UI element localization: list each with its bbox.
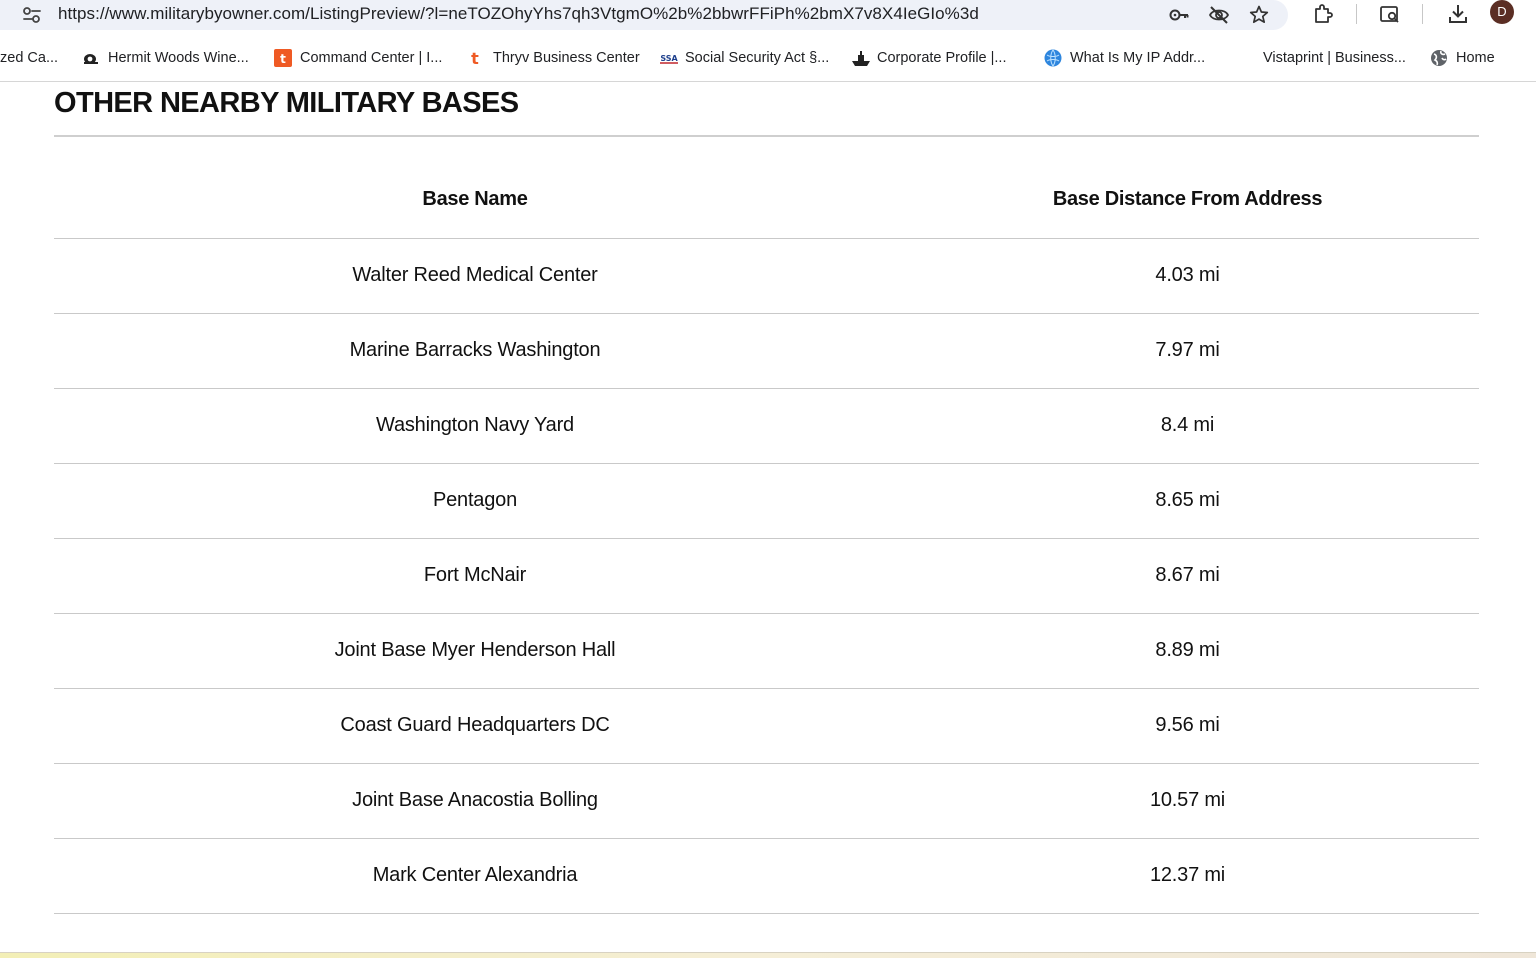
svg-text:t: t xyxy=(280,52,286,66)
bookmark-label: Thryv Business Center xyxy=(493,50,640,66)
bookmark-item[interactable]: Vistaprint | Business... xyxy=(1263,47,1406,69)
base-distance-cell: 8.4 mi xyxy=(896,388,1479,464)
table-row: Pentagon 8.65 mi xyxy=(54,463,1479,539)
profile-avatar[interactable]: D xyxy=(1490,0,1514,24)
download-icon[interactable] xyxy=(1446,2,1470,26)
snail-icon xyxy=(82,49,100,67)
table-row: Washington Navy Yard 8.4 mi xyxy=(54,388,1479,464)
base-name-cell: Washington Navy Yard xyxy=(54,388,896,464)
base-name-cell: Joint Base Anacostia Bolling xyxy=(54,763,896,839)
site-info-icon[interactable] xyxy=(22,6,42,24)
section-title: OTHER NEARBY MILITARY BASES xyxy=(54,87,519,119)
table-row: Joint Base Anacostia Bolling 10.57 mi xyxy=(54,763,1479,839)
bookmark-star-icon[interactable] xyxy=(1248,4,1270,26)
svg-text:SSA: SSA xyxy=(660,54,678,63)
bookmark-item[interactable]: SSA Social Security Act §... xyxy=(659,47,829,69)
bookmark-label: Hermit Woods Wine... xyxy=(108,50,249,66)
bookmark-label: Social Security Act §... xyxy=(685,50,830,66)
column-header-base-name: Base Name xyxy=(54,162,896,239)
column-header-distance: Base Distance From Address xyxy=(896,162,1479,239)
bookmark-item[interactable]: Hermit Woods Wine... xyxy=(82,47,249,69)
base-distance-cell: 7.97 mi xyxy=(896,313,1479,389)
browser-toolbar: https://www.militarybyowner.com/ListingP… xyxy=(0,0,1536,36)
bookmark-label: zed Ca... xyxy=(0,50,59,66)
ssa-icon: SSA xyxy=(659,49,678,67)
toolbar-divider xyxy=(1422,4,1423,24)
base-name-cell: Walter Reed Medical Center xyxy=(54,238,896,314)
bookmark-item[interactable]: Corporate Profile |... xyxy=(851,47,1007,69)
bookmarks-bar: zed Ca... Hermit Woods Wine... t Command… xyxy=(0,36,1536,82)
bookmark-label: Command Center | I... xyxy=(300,50,443,66)
svg-text:t: t xyxy=(471,49,479,67)
table-row: Coast Guard Headquarters DC 9.56 mi xyxy=(54,688,1479,764)
bookmark-label: Vistaprint | Business... xyxy=(1263,50,1406,66)
bookmark-item[interactable]: What Is My IP Addr... xyxy=(1044,47,1205,69)
base-distance-cell: 8.67 mi xyxy=(896,538,1479,614)
omnibox[interactable]: https://www.militarybyowner.com/ListingP… xyxy=(0,0,1288,30)
table-header-row: Base Name Base Distance From Address xyxy=(54,162,1479,239)
thryv-orange-icon: t xyxy=(274,49,292,67)
table-row: Mark Center Alexandria 12.37 mi xyxy=(54,838,1479,914)
base-name-cell: Coast Guard Headquarters DC xyxy=(54,688,896,764)
base-distance-cell: 9.56 mi xyxy=(896,688,1479,764)
divider xyxy=(54,135,1479,137)
table-row: Joint Base Myer Henderson Hall 8.89 mi xyxy=(54,613,1479,689)
bookmark-item[interactable]: t Thryv Business Center xyxy=(467,47,640,69)
eye-slash-icon[interactable] xyxy=(1208,4,1230,26)
url-text[interactable]: https://www.militarybyowner.com/ListingP… xyxy=(58,3,979,25)
base-distance-cell: 8.65 mi xyxy=(896,463,1479,539)
base-name-cell: Joint Base Myer Henderson Hall xyxy=(54,613,896,689)
nearby-bases-table: Base Name Base Distance From Address Wal… xyxy=(54,162,1479,914)
base-distance-cell: 10.57 mi xyxy=(896,763,1479,839)
bookmark-item[interactable]: zed Ca... xyxy=(0,47,58,69)
ship-icon xyxy=(851,49,870,67)
page-content: OTHER NEARBY MILITARY BASES Base Name Ba… xyxy=(0,83,1536,952)
bookmark-item[interactable]: Home xyxy=(1430,47,1495,69)
globe-blue-icon xyxy=(1044,49,1062,67)
table-row: Fort McNair 8.67 mi xyxy=(54,538,1479,614)
base-distance-cell: 12.37 mi xyxy=(896,838,1479,914)
page-footer-strip xyxy=(0,952,1536,958)
thryv-t-icon: t xyxy=(467,49,485,68)
table-row: Walter Reed Medical Center 4.03 mi xyxy=(54,238,1479,314)
table-row: Marine Barracks Washington 7.97 mi xyxy=(54,313,1479,389)
search-tab-icon[interactable] xyxy=(1378,2,1402,26)
bookmark-label: What Is My IP Addr... xyxy=(1070,50,1206,66)
globe-gray-icon xyxy=(1430,49,1448,67)
base-name-cell: Mark Center Alexandria xyxy=(54,838,896,914)
base-name-cell: Pentagon xyxy=(54,463,896,539)
base-name-cell: Fort McNair xyxy=(54,538,896,614)
password-key-icon[interactable] xyxy=(1168,4,1190,26)
bookmark-item[interactable]: t Command Center | I... xyxy=(274,47,442,69)
base-distance-cell: 8.89 mi xyxy=(896,613,1479,689)
base-name-cell: Marine Barracks Washington xyxy=(54,313,896,389)
base-distance-cell: 4.03 mi xyxy=(896,238,1479,314)
toolbar-divider xyxy=(1356,4,1357,24)
bookmark-label: Corporate Profile |... xyxy=(877,50,1007,66)
extensions-icon[interactable] xyxy=(1311,2,1335,26)
bookmark-label: Home xyxy=(1456,50,1495,66)
